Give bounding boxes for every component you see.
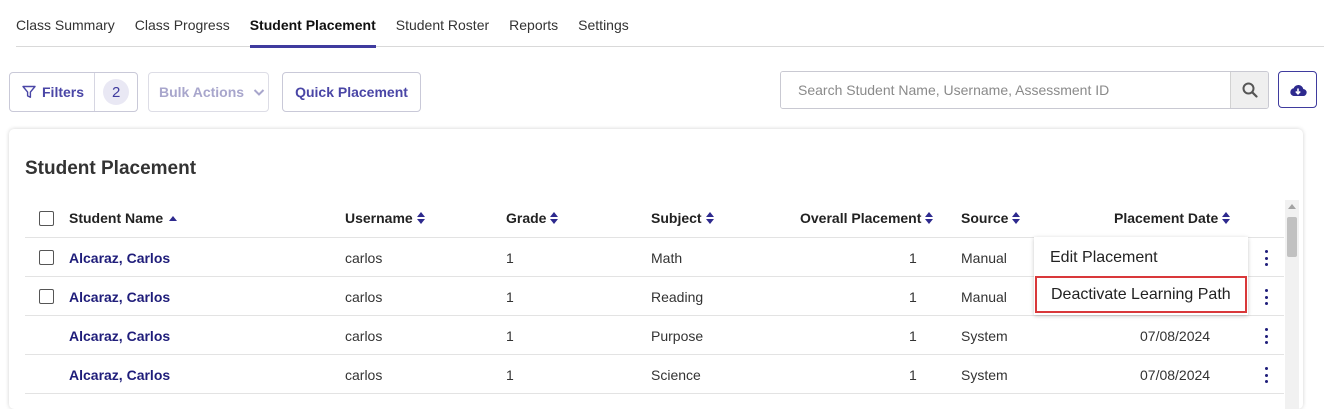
scrollbar-thumb[interactable] xyxy=(1287,217,1297,257)
overall-placement-cell: 1 xyxy=(909,250,917,266)
select-all-checkbox[interactable] xyxy=(39,211,54,226)
filters-label: Filters xyxy=(42,84,85,100)
filters-button[interactable]: Filters xyxy=(10,73,96,111)
tab-student-placement[interactable]: Student Placement xyxy=(249,0,376,48)
subject-cell: Purpose xyxy=(651,328,704,344)
header-source-label: Source xyxy=(961,210,1009,226)
subject-cell: Reading xyxy=(651,289,704,305)
grade-cell: 1 xyxy=(506,328,514,344)
bulk-actions-button[interactable]: Bulk Actions xyxy=(148,72,269,112)
sort-icon xyxy=(925,212,934,224)
overall-placement-cell: 1 xyxy=(909,289,917,305)
student-name-link[interactable]: Alcaraz, Carlos xyxy=(69,328,170,344)
filter-count-wrap[interactable]: 2 xyxy=(95,79,137,105)
username-cell: carlos xyxy=(345,250,383,266)
filter-icon xyxy=(22,85,36,98)
tab-settings[interactable]: Settings xyxy=(578,0,629,47)
row-checkbox[interactable] xyxy=(39,250,54,265)
grade-cell: 1 xyxy=(506,367,514,383)
header-overall-placement[interactable]: Overall Placement xyxy=(800,210,934,226)
download-button[interactable] xyxy=(1278,71,1317,108)
bulk-actions-label: Bulk Actions xyxy=(159,84,245,100)
username-cell: carlos xyxy=(345,328,383,344)
more-actions-icon[interactable] xyxy=(1263,367,1269,383)
header-grade[interactable]: Grade xyxy=(506,210,559,226)
sort-icon xyxy=(550,212,559,224)
header-subject[interactable]: Subject xyxy=(651,210,714,226)
search-button[interactable] xyxy=(1230,72,1268,108)
student-name-link[interactable]: Alcaraz, Carlos xyxy=(69,289,170,305)
header-student-name[interactable]: Student Name xyxy=(69,210,178,226)
placement-date-cell: 07/08/2024 xyxy=(1140,328,1211,344)
tab-class-progress[interactable]: Class Progress xyxy=(135,0,230,47)
header-student-name-label: Student Name xyxy=(69,210,164,226)
row-actions-menu: Edit Placement Deactivate Learning Path xyxy=(1034,237,1248,315)
more-actions-icon[interactable] xyxy=(1263,289,1269,305)
table-row: Alcaraz, Carlos carlos 1 Science 1 Syste… xyxy=(25,355,1284,394)
header-subject-label: Subject xyxy=(651,210,702,226)
filters-group: Filters 2 xyxy=(9,72,138,112)
overall-placement-cell: 1 xyxy=(909,367,917,383)
username-cell: carlos xyxy=(345,367,383,383)
username-cell: carlos xyxy=(345,289,383,305)
search-input[interactable] xyxy=(781,72,1230,108)
header-source[interactable]: Source xyxy=(961,210,1021,226)
quick-placement-button[interactable]: Quick Placement xyxy=(282,72,421,112)
tab-student-roster[interactable]: Student Roster xyxy=(396,0,489,47)
more-actions-icon[interactable] xyxy=(1263,328,1269,344)
sort-icon xyxy=(1012,212,1021,224)
table-row: Alcaraz, Carlos carlos 1 Purpose 1 Syste… xyxy=(25,316,1284,355)
placement-date-cell: 07/08/2024 xyxy=(1140,367,1211,383)
header-overall-placement-label: Overall Placement xyxy=(800,210,922,226)
grade-cell: 1 xyxy=(506,289,514,305)
menu-item-edit-placement[interactable]: Edit Placement xyxy=(1034,239,1248,276)
toolbar: Filters 2 Bulk Actions Quick Placement xyxy=(9,71,1317,112)
student-name-link[interactable]: Alcaraz, Carlos xyxy=(69,250,170,266)
subject-cell: Math xyxy=(651,250,683,266)
overall-placement-cell: 1 xyxy=(909,328,917,344)
source-cell: System xyxy=(961,328,1008,344)
header-placement-date[interactable]: Placement Date xyxy=(1114,210,1231,226)
chevron-down-icon xyxy=(253,89,265,96)
grade-cell: 1 xyxy=(506,250,514,266)
header-username-label: Username xyxy=(345,210,413,226)
tab-reports[interactable]: Reports xyxy=(509,0,558,47)
card-title: Student Placement xyxy=(25,158,197,179)
header-grade-label: Grade xyxy=(506,210,547,226)
scroll-up-arrow-icon[interactable] xyxy=(1288,204,1296,209)
row-checkbox[interactable] xyxy=(39,289,54,304)
sort-icon xyxy=(416,212,425,224)
header-placement-date-label: Placement Date xyxy=(1114,210,1219,226)
cloud-download-icon xyxy=(1289,84,1307,96)
more-actions-icon[interactable] xyxy=(1263,250,1269,266)
source-cell: Manual xyxy=(961,250,1007,266)
search-box xyxy=(780,71,1269,109)
table-header: Student Name Username Grade Subject Over… xyxy=(25,197,1284,238)
sort-icon xyxy=(1222,212,1231,224)
search-icon xyxy=(1242,82,1258,98)
subject-cell: Science xyxy=(651,367,701,383)
sort-icon xyxy=(705,212,714,224)
tab-class-summary[interactable]: Class Summary xyxy=(16,0,115,47)
student-name-link[interactable]: Alcaraz, Carlos xyxy=(69,367,170,383)
header-username[interactable]: Username xyxy=(345,210,425,226)
top-nav-tabs: Class Summary Class Progress Student Pla… xyxy=(16,0,1324,48)
source-cell: Manual xyxy=(961,289,1007,305)
vertical-scrollbar[interactable] xyxy=(1285,200,1299,409)
sort-asc-icon xyxy=(169,215,178,221)
menu-item-deactivate-learning-path[interactable]: Deactivate Learning Path xyxy=(1035,276,1247,313)
source-cell: System xyxy=(961,367,1008,383)
filter-count-badge: 2 xyxy=(103,79,130,105)
